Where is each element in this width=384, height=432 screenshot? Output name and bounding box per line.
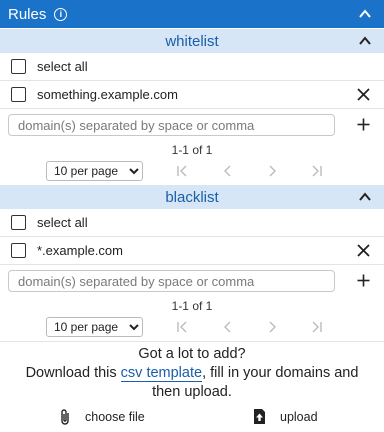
close-icon[interactable] [357,244,370,257]
chevron-up-icon[interactable] [358,34,372,48]
footer-text-after: , fill in your domains and [202,365,359,381]
whitelist-per-page-select[interactable]: 10 per page [46,161,143,181]
whitelist-domain-input[interactable] [8,114,335,136]
whitelist-select-all-checkbox[interactable] [11,59,26,74]
plus-icon[interactable] [357,274,370,287]
blacklist-domain-input[interactable] [8,270,335,292]
list-item: something.example.com [0,81,384,109]
footer-instructions-end: then upload. [152,384,232,400]
last-page-icon[interactable] [309,165,323,177]
prev-page-icon[interactable] [221,321,235,333]
info-icon[interactable]: i [54,7,68,21]
item-checkbox[interactable] [11,243,26,258]
chevron-up-icon[interactable] [358,7,372,21]
item-checkbox[interactable] [11,87,26,102]
plus-icon[interactable] [357,118,370,131]
domain-label: *.example.com [37,243,123,258]
divider [0,341,384,342]
rules-header: Rules i [0,0,384,28]
whitelist-title: whitelist [165,32,219,50]
select-all-label: select all [37,59,88,74]
next-page-icon[interactable] [265,321,279,333]
first-page-icon[interactable] [176,321,190,333]
blacklist-range: 1-1 of 1 [171,299,213,313]
blacklist-header[interactable]: blacklist [0,185,384,209]
upload-icon [254,409,265,424]
close-icon[interactable] [357,88,370,101]
choose-file-label: choose file [85,410,145,424]
whitelist-range: 1-1 of 1 [171,143,213,157]
select-all-label: select all [37,215,88,230]
next-page-icon[interactable] [265,165,279,177]
csv-template-link[interactable]: csv template [120,365,203,382]
blacklist-select-all-row[interactable]: select all [0,209,384,237]
prev-page-icon[interactable] [221,165,235,177]
choose-file-button[interactable]: choose file [59,408,145,426]
list-item: *.example.com [0,237,384,265]
upload-button[interactable]: upload [253,408,318,425]
whitelist-header[interactable]: whitelist [0,29,384,53]
paperclip-icon [61,409,69,425]
blacklist-title: blacklist [165,188,219,206]
rules-title: Rules [8,5,47,23]
footer-instructions: Download this csv template, fill in your… [0,364,384,383]
last-page-icon[interactable] [309,321,323,333]
domain-label: something.example.com [37,87,178,102]
blacklist-per-page-select[interactable]: 10 per page [46,317,143,337]
blacklist-select-all-checkbox[interactable] [11,215,26,230]
chevron-up-icon[interactable] [358,190,372,204]
whitelist-select-all-row[interactable]: select all [0,53,384,81]
first-page-icon[interactable] [176,165,190,177]
footer-text-before: Download this [25,365,121,381]
footer-heading: Got a lot to add? [138,346,246,362]
upload-label: upload [280,409,318,424]
